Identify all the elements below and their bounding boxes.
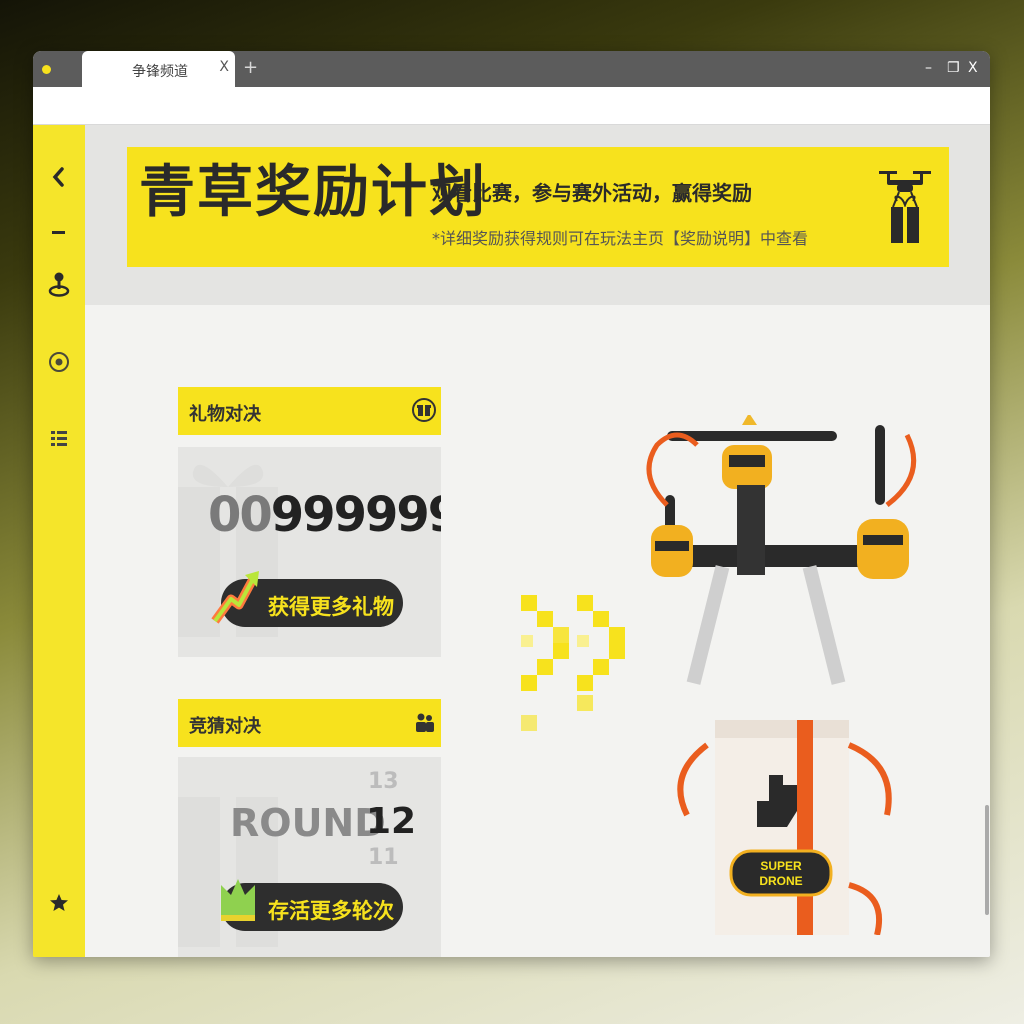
browser-window: 争锋频道 X + – ❐ X 青草奖励计划 观看比赛，参与赛外活动，赢得奖励 *… [33,51,990,957]
survive-more-rounds-label: 存活更多轮次 [268,899,394,923]
badge-line-super: SUPER [760,859,802,873]
target-icon[interactable] [47,350,71,374]
title-bar: 争锋频道 X + – ❐ X [33,51,990,87]
restore-button[interactable]: ❐ [947,60,960,76]
main-content: 青草奖励计划 观看比赛，参与赛外活动，赢得奖励 *详细奖励获得规则可在玩法主页【… [85,125,990,957]
counter-leading-zeros: 00 [208,487,273,543]
new-tab-button[interactable]: + [243,57,258,78]
tab-title: 争锋频道 [132,64,188,80]
pixel-arrow-icon [521,595,625,731]
guess-battle-header: 竞猜对决 [178,699,441,747]
menu-grid-icon[interactable] [47,427,71,451]
minus-icon[interactable] [47,221,71,245]
trend-up-icon [211,571,259,624]
get-more-gifts-button[interactable]: 获得更多礼物 [211,571,403,627]
survive-more-rounds-button[interactable]: 存活更多轮次 [221,879,403,931]
gift-battle-card: 009999999 获得更多礼物 [178,447,441,657]
joystick-icon[interactable] [47,272,71,297]
hero-area: 青草奖励计划 观看比赛，参与赛外活动，赢得奖励 *详细奖励获得规则可在玩法主页【… [85,125,990,305]
window-dot[interactable] [42,65,51,74]
badge-line-drone: DRONE [759,874,802,888]
minimize-button[interactable]: – [925,60,932,76]
banner-subtitle: 观看比赛，参与赛外活动，赢得奖励 [432,181,752,205]
tab-zhengfeng[interactable]: 争锋频道 X [82,51,235,87]
super-drone-reward-image: SUPER DRONE [646,415,917,935]
round-previous: 13 [368,769,399,794]
star-icon[interactable] [47,891,71,915]
counter-value: 999999 [270,487,441,543]
close-button[interactable]: X [968,60,978,76]
drone-gift-icon [879,171,931,243]
gift-icon [412,398,436,422]
scroll-thumb[interactable] [985,805,989,915]
crown-icon [221,879,255,921]
gift-counter: 009999999 [208,487,441,543]
reward-banner: 青草奖励计划 观看比赛，参与赛外活动，赢得奖励 *详细奖励获得规则可在玩法主页【… [127,147,949,267]
round-next: 11 [368,845,399,870]
get-more-gifts-label: 获得更多礼物 [268,595,394,619]
round-current: 12 [366,801,417,842]
tab-close-button[interactable]: X [219,59,229,75]
banner-note: *详细奖励获得规则可在玩法主页【奖励说明】中查看 [432,229,809,248]
chevron-left-icon[interactable] [47,165,71,189]
round-label: ROUND [230,801,386,845]
guess-battle-label: 竞猜对决 [189,716,261,737]
scrollbar[interactable] [984,205,990,915]
guess-battle-card: 13 ROUND 12 11 存活更多轮次 [178,757,441,957]
gift-battle-header: 礼物对决 [178,387,441,435]
address-bar[interactable] [33,87,990,125]
sidebar [33,125,85,957]
gift-battle-label: 礼物对决 [189,404,261,425]
people-icon [416,713,434,732]
